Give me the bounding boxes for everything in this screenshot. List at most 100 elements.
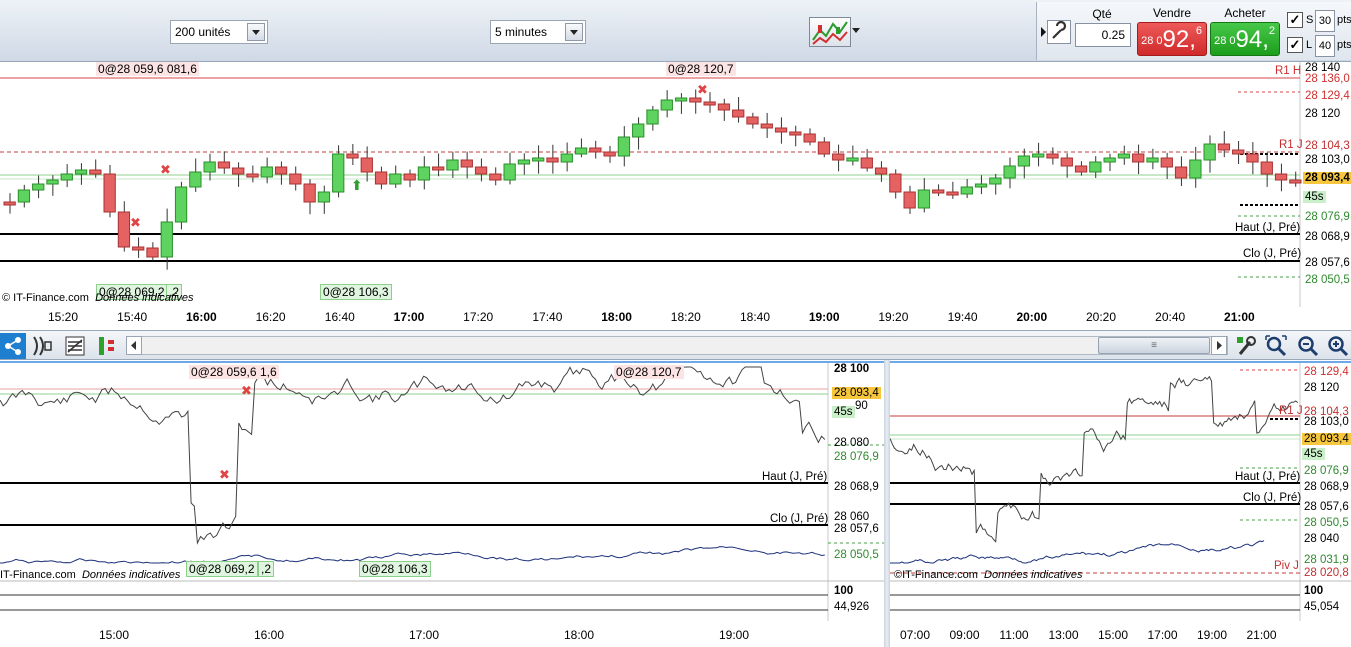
x-tick-label: 18:00: [563, 628, 595, 642]
current-price-label: 28 093,4: [1303, 172, 1351, 184]
bullish-candle: [646, 109, 659, 125]
scroll-right-button[interactable]: [1211, 336, 1227, 355]
bullish-candle: [1117, 153, 1131, 159]
chevron-down-icon[interactable]: [247, 23, 265, 41]
chevron-down-icon[interactable]: [852, 28, 860, 33]
main-candlestick-chart[interactable]: ✖ ✖ ✖ ⬆: [0, 62, 1351, 307]
drawing-list-icon[interactable]: [63, 334, 87, 358]
x-tick-label: 16:20: [255, 310, 286, 324]
bearish-candle: [1174, 166, 1188, 179]
bearish-candle: [3, 201, 16, 206]
lower-left-chart-pane[interactable]: ✖ ✖ 0@28 059,6 1,6 0@28 120,7 0@28 069,2…: [0, 361, 884, 621]
bullish-candle: [917, 189, 931, 209]
lower-left-candlestick-chart[interactable]: ✖ ✖: [0, 363, 884, 621]
x-tick-label: 16:40: [324, 310, 355, 324]
indicator-icon[interactable]: [30, 334, 54, 358]
haut-label: Haut (J, Pré): [1235, 222, 1301, 234]
interval-select[interactable]: 5 minutes: [490, 20, 586, 44]
bullish-candle: [60, 173, 73, 181]
current-price-label: 28 093,4: [1302, 433, 1351, 445]
bullish-candle: [503, 163, 516, 181]
clo-label: Clo (J, Pré): [1243, 492, 1302, 504]
bearish-candle: [217, 161, 231, 169]
x-tick-label: 16:00: [186, 310, 217, 324]
axis-label: 28 103,0: [1305, 154, 1350, 166]
axis-label: 28 057,6: [1305, 257, 1350, 269]
bearish-candle: [474, 166, 488, 175]
bullish-candle: [1003, 165, 1016, 179]
price-series: [0, 366, 826, 545]
main-chart-pane[interactable]: ✖ ✖ ✖ ⬆ 0@28 059,6 081,6 0@28 120,7 0@28…: [0, 62, 1351, 307]
chart-type-button[interactable]: [809, 17, 851, 47]
chevron-down-icon[interactable]: [565, 23, 583, 41]
haut-label: Haut (J, Pré): [1235, 471, 1301, 483]
bearish-candle: [703, 101, 716, 106]
sell-label: Vendre: [1152, 6, 1192, 20]
axis-label: 28 068,9: [1304, 481, 1349, 493]
bearish-candle: [103, 173, 116, 213]
bullish-candle: [446, 159, 459, 171]
axis-label: 28 129,4: [1305, 90, 1350, 102]
bearish-candle: [874, 167, 888, 175]
expand-arrow-icon[interactable]: [1041, 27, 1046, 37]
scroll-left-button[interactable]: [126, 336, 142, 355]
lower-left-x-axis: 15:00 16:00 17:00 18:00 19:00: [0, 628, 828, 646]
bullish-candle: [960, 186, 973, 195]
scroll-thumb[interactable]: ≡: [1098, 337, 1210, 354]
x-tick-label: 17:20: [463, 310, 494, 324]
objects-icon[interactable]: [95, 334, 119, 358]
scroll-grip: ≡: [1151, 340, 1157, 351]
bearish-candle: [246, 173, 259, 178]
time-scrollbar[interactable]: [126, 336, 1228, 355]
disclaimer-label: Données indicatives: [984, 569, 1083, 581]
x-tick-label: 13:00: [1048, 628, 1079, 642]
stop-checkbox[interactable]: ✓: [1287, 12, 1303, 28]
current-price-label: 28 093,4: [832, 387, 881, 399]
trade-tag-high-left-b: 1,6: [258, 365, 279, 379]
x-tick-label: 21:00: [1246, 628, 1277, 642]
axis-label: 90: [855, 400, 868, 412]
bearish-candle: [946, 191, 959, 196]
close-marker-icon: ✖: [130, 216, 141, 231]
chart-toolbar: ≡: [0, 330, 1351, 360]
share-icon[interactable]: [0, 333, 26, 359]
bullish-candle: [1032, 153, 1045, 158]
indicator-axis-top: 100: [834, 585, 854, 597]
bearish-candle: [1232, 149, 1245, 155]
qty-input[interactable]: 0.25: [1075, 23, 1131, 47]
bearish-candle: [717, 103, 731, 111]
axis-label: 28 068,9: [1305, 231, 1350, 243]
top-toolbar: 200 unités 5 minutes Qté 0.25 Vendre 28 …: [0, 0, 1351, 62]
bearish-candle: [460, 159, 473, 168]
tools-icon[interactable]: [1234, 334, 1258, 358]
bearish-candle: [774, 127, 788, 133]
limit-pts-input[interactable]: 40: [1315, 35, 1335, 57]
zoom-out-icon[interactable]: [1296, 334, 1320, 358]
copyright-label: IT-Finance.com: [0, 569, 76, 581]
bearish-candle: [132, 246, 145, 251]
bearish-candle: [746, 116, 759, 125]
r1h-label: R1 H: [1275, 65, 1302, 77]
bearish-candle: [1074, 165, 1088, 173]
buy-button[interactable]: 28 094,2: [1210, 22, 1280, 56]
bullish-candle: [17, 189, 31, 203]
stop-pts-input[interactable]: 30: [1315, 10, 1335, 32]
copyright-text: ©IT-Finance.com Données indicatives: [894, 569, 1083, 581]
lower-right-chart-pane[interactable]: ©IT-Finance.com Données indicatives R1 J…: [890, 361, 1351, 621]
bearish-candle: [1289, 179, 1302, 184]
buy-price-digit: 2: [1268, 25, 1275, 37]
limit-checkbox[interactable]: ✓: [1287, 37, 1303, 53]
bearish-candle: [817, 141, 831, 155]
indicator-value: 44,926: [834, 601, 870, 613]
axis-label: 28 120: [1304, 382, 1340, 394]
settings-button[interactable]: [1047, 20, 1071, 44]
sell-button[interactable]: 28 092,6: [1137, 22, 1207, 56]
zoom-in-icon[interactable]: [1326, 334, 1350, 358]
bearish-candle: [760, 123, 773, 129]
qty-label: Qté: [1092, 7, 1112, 21]
units-select[interactable]: 200 unités: [170, 20, 268, 44]
bullish-candle: [74, 169, 88, 175]
bearish-candle: [1132, 153, 1145, 163]
x-tick-label: 20:40: [1155, 310, 1186, 324]
zoom-fit-icon[interactable]: [1264, 334, 1288, 358]
